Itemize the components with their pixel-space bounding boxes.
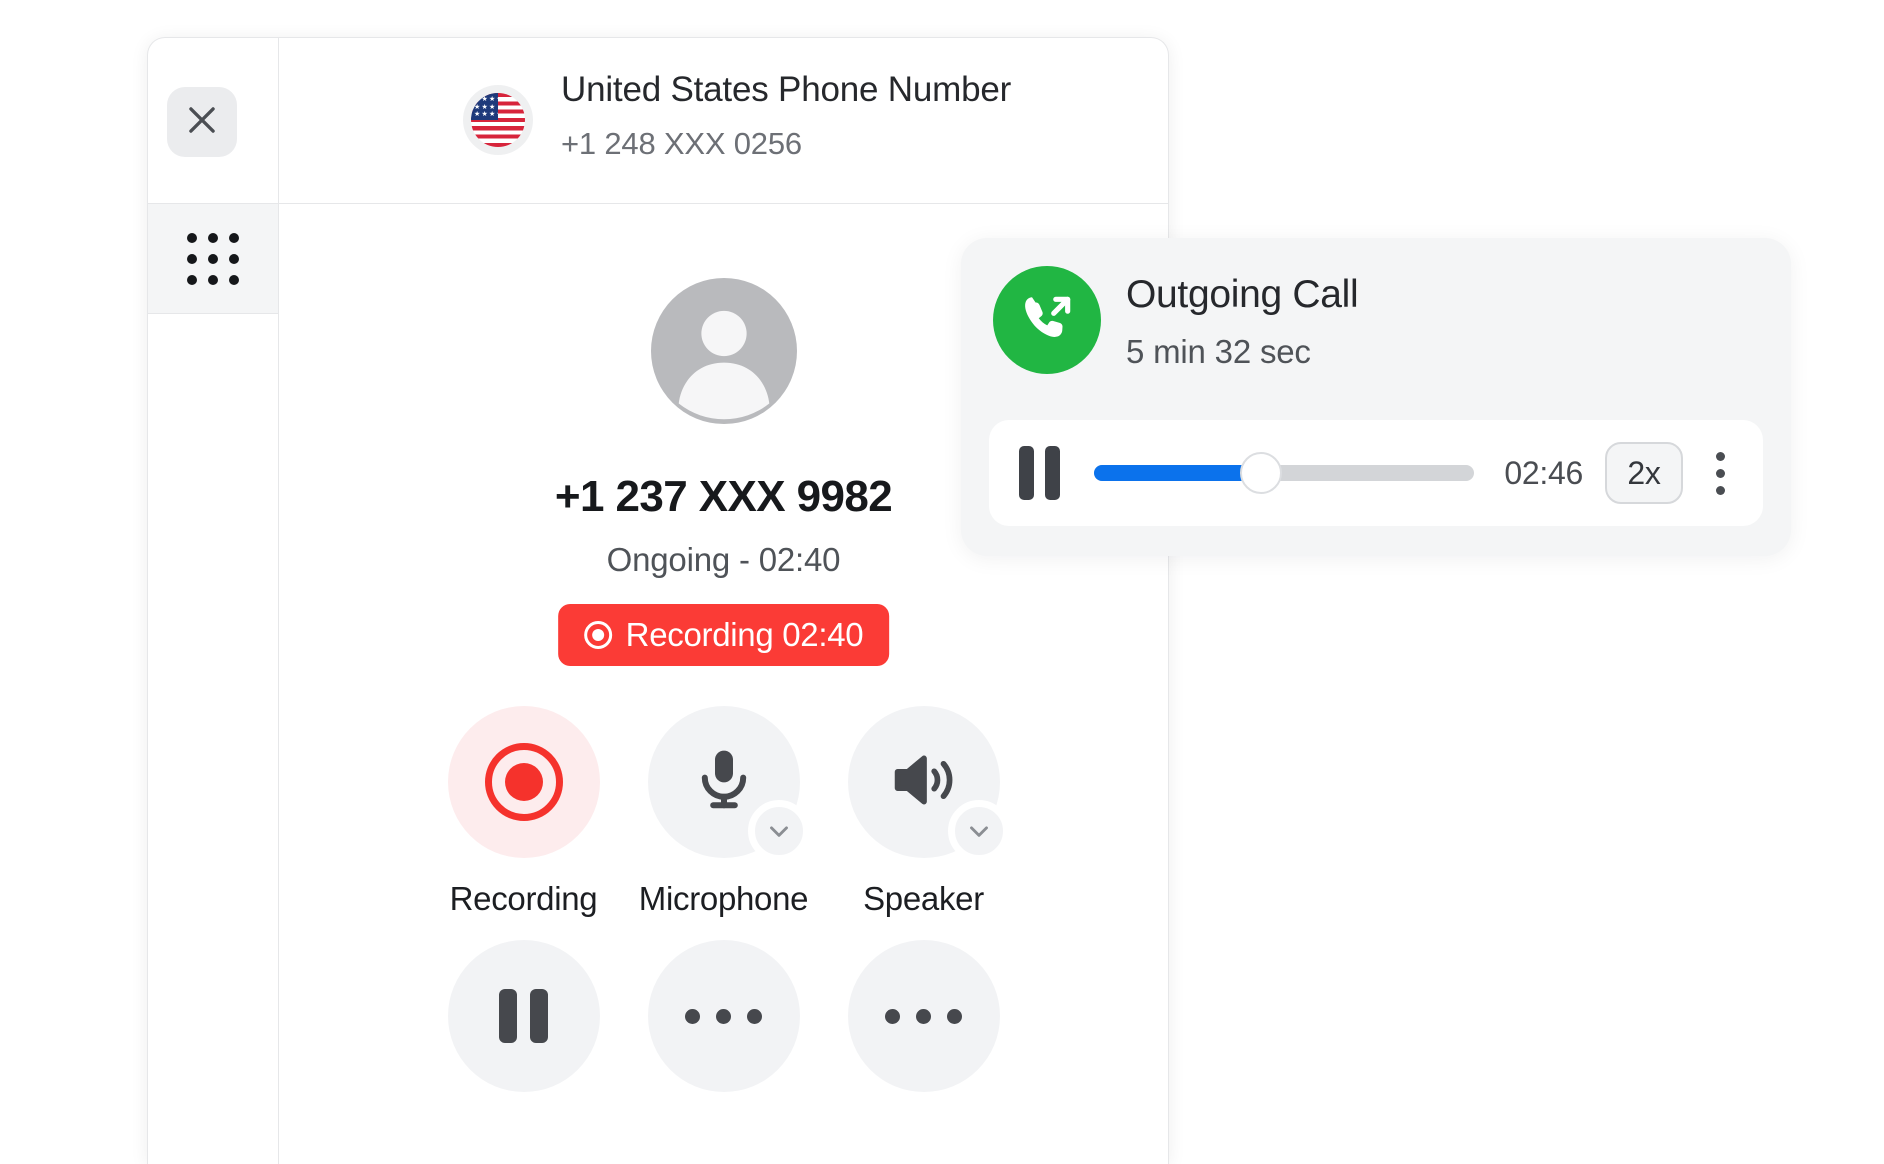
- control-keypad[interactable]: [847, 940, 1000, 1092]
- speaker-icon: [888, 744, 960, 821]
- control-label-recording: Recording: [449, 880, 598, 917]
- progress-slider[interactable]: [1094, 452, 1475, 494]
- keypad-button[interactable]: [847, 940, 1000, 1092]
- speaker-toggle-button[interactable]: [847, 706, 1010, 862]
- record-circle-icon: [484, 743, 563, 821]
- call-card-duration: 5 min 32 sec: [1126, 333, 1311, 370]
- avatar: [650, 278, 797, 424]
- more-options-button[interactable]: [647, 940, 800, 1092]
- close-icon: [183, 101, 221, 144]
- control-more[interactable]: [647, 940, 800, 1092]
- outgoing-call-card: Outgoing Call 5 min 32 sec 02:46 2x: [961, 238, 1791, 556]
- progress-thumb[interactable]: [1240, 452, 1283, 494]
- microphone-options-chevron-icon[interactable]: [747, 800, 810, 862]
- playback-time: 02:46: [1504, 454, 1583, 491]
- header-phone-number: +1 248 XXX 0256: [561, 126, 802, 161]
- playback-speed-button[interactable]: 2x: [1605, 442, 1683, 504]
- control-label-microphone: Microphone: [638, 880, 809, 917]
- dialer-panel: ★★★★★★★★★★★ United States Phone Number +…: [147, 37, 1169, 1164]
- page-title: United States Phone Number: [561, 70, 1012, 109]
- microphone-icon: [688, 744, 760, 821]
- control-hold[interactable]: [447, 940, 600, 1092]
- speaker-options-chevron-icon[interactable]: [947, 800, 1010, 862]
- call-controls: Recording Microphone Speaker: [447, 706, 1010, 1092]
- dialer-left-rail: [148, 38, 279, 1164]
- pause-icon: [499, 989, 548, 1043]
- close-button[interactable]: [167, 87, 237, 157]
- control-label-speaker: Speaker: [863, 880, 984, 917]
- call-card-title: Outgoing Call: [1126, 273, 1359, 316]
- control-recording[interactable]: Recording: [447, 706, 600, 918]
- progress-fill: [1094, 465, 1262, 481]
- recording-toggle-button[interactable]: [447, 706, 600, 858]
- microphone-toggle-button[interactable]: [647, 706, 810, 862]
- record-dot-icon: [583, 621, 612, 649]
- audio-player: 02:46 2x: [989, 420, 1763, 526]
- more-vertical-icon[interactable]: [1703, 442, 1737, 504]
- us-flag-icon: ★★★★★★★★★★★: [463, 85, 533, 155]
- control-speaker[interactable]: Speaker: [847, 706, 1010, 918]
- rail-close-cell: [148, 38, 278, 204]
- control-microphone[interactable]: Microphone: [639, 706, 810, 918]
- pause-button[interactable]: [1019, 446, 1060, 500]
- outgoing-call-icon: [993, 266, 1101, 374]
- apps-grid-icon: [187, 232, 239, 285]
- dialer-header: ★★★★★★★★★★★ United States Phone Number +…: [279, 38, 1168, 204]
- hold-button[interactable]: [447, 940, 600, 1092]
- recording-status-badge[interactable]: Recording 02:40: [557, 604, 890, 666]
- keypad-dots-icon: [885, 1008, 962, 1024]
- recording-badge-label: Recording 02:40: [625, 616, 864, 653]
- more-dots-icon: [685, 1008, 762, 1024]
- sidebar-item-dialpad[interactable]: [148, 204, 278, 314]
